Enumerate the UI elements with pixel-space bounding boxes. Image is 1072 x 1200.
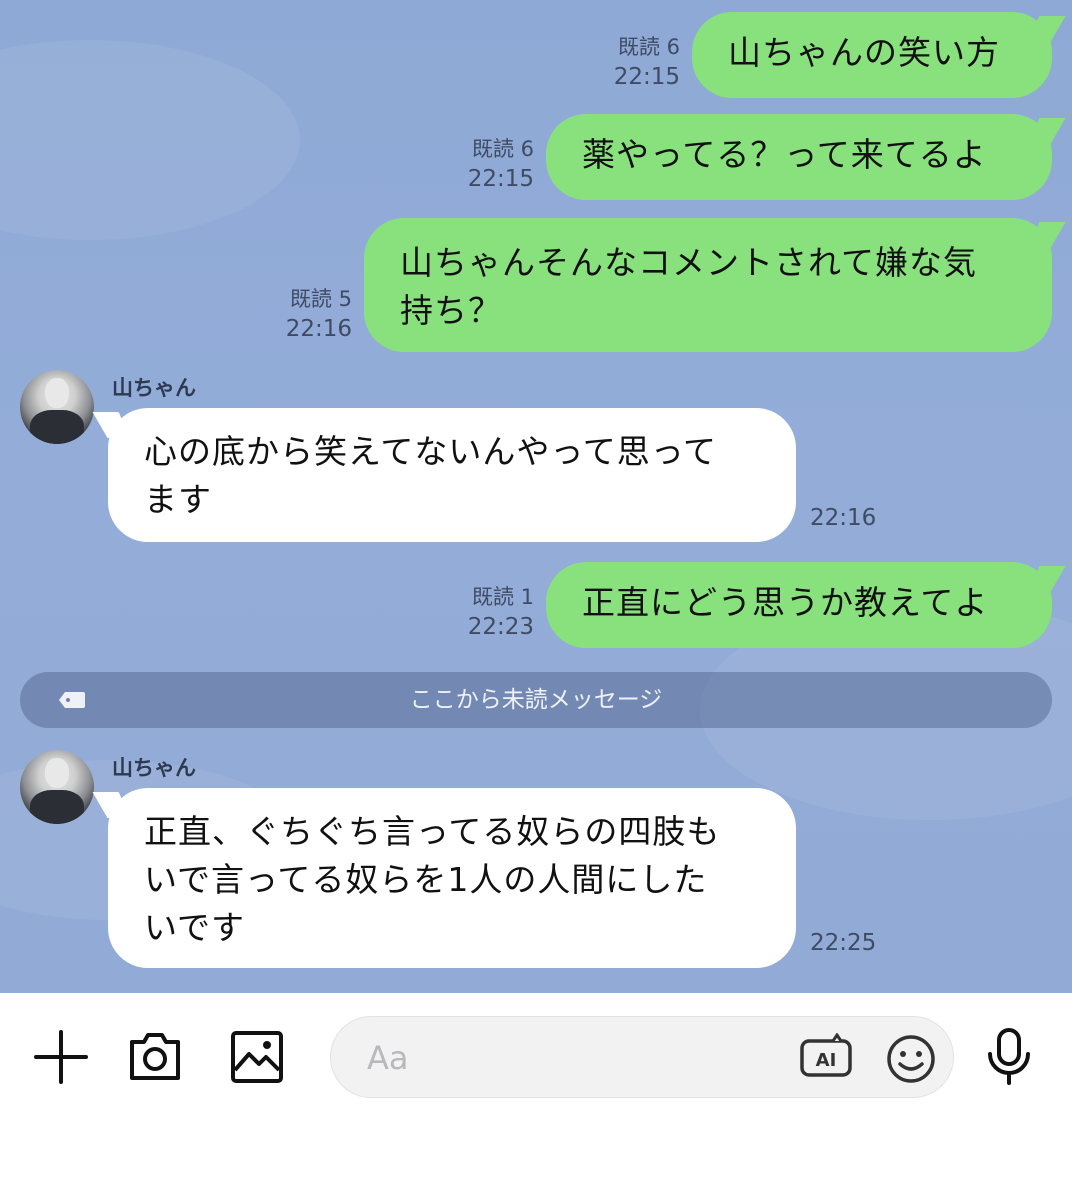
contact-avatar[interactable] <box>20 750 94 824</box>
message-line: 心の底から笑えてないんやって思って <box>144 432 718 471</box>
outgoing-message[interactable]: 山ちゃんそんなコメントされて嫌な気 持ち？ <box>364 218 1066 352</box>
message-input[interactable] <box>367 1035 787 1081</box>
message-line: 正直にどう思うか教えてよ <box>582 583 989 622</box>
sender-name: 山ちゃん <box>112 376 196 400</box>
sender-name: 山ちゃん <box>112 756 196 780</box>
message-time: 22:23 <box>467 614 534 640</box>
message-line: ます <box>144 480 212 519</box>
read-receipt: 既読 1 <box>471 585 534 609</box>
outgoing-message[interactable]: 山ちゃんの笑い方 <box>692 12 1066 98</box>
incoming-message[interactable]: 心の底から笑えてないんやって思って ます <box>92 408 796 542</box>
message-line: いです <box>144 908 246 947</box>
read-receipt: 既読 5 <box>289 287 352 311</box>
message-meta: 既読 5 22:16 <box>230 284 352 344</box>
emoji-icon[interactable] <box>885 1033 937 1085</box>
message-line: 薬やってる？って来てるよ <box>582 135 987 174</box>
message-line: 持ち？ <box>400 291 502 330</box>
message-line: 正直、ぐちぐち言ってる奴らの四肢も <box>144 812 721 851</box>
message-meta: 既読 6 22:15 <box>412 134 534 194</box>
bubble-tail <box>1024 222 1066 248</box>
avatar-suit <box>30 410 84 444</box>
chat-area[interactable]: 既読 6 22:15 山ちゃんの笑い方 既読 6 22:15 薬やってる？って来… <box>0 0 1072 993</box>
ai-icon[interactable]: AI <box>799 1033 853 1083</box>
bubble-tail <box>92 412 134 438</box>
outgoing-message[interactable]: 薬やってる？って来てるよ <box>546 114 1066 200</box>
message-time: 22:25 <box>810 930 877 956</box>
avatar-suit <box>30 790 84 824</box>
ai-label: AI <box>816 1050 837 1071</box>
message-line: 山ちゃんそんなコメントされて嫌な気 <box>400 243 978 282</box>
unread-divider[interactable]: ここから未読メッセージ <box>20 672 1052 728</box>
message-line: いで言ってる奴らを1人の人間にした <box>144 860 708 899</box>
background-cloud <box>0 40 300 240</box>
message-input-field[interactable]: AI <box>330 1016 954 1098</box>
bubble-tail <box>1024 16 1066 42</box>
incoming-message[interactable]: 正直、ぐちぐち言ってる奴らの四肢も いで言ってる奴らを1人の人間にした いです <box>92 788 796 968</box>
message-time: 22:15 <box>613 64 680 90</box>
unread-divider-label: ここから未読メッセージ <box>409 687 663 713</box>
message-time: 22:16 <box>810 505 877 531</box>
mic-icon[interactable] <box>986 1028 1032 1086</box>
image-icon[interactable] <box>230 1030 284 1084</box>
bubble-tail <box>1024 566 1066 592</box>
tag-icon <box>59 692 85 708</box>
camera-icon[interactable] <box>128 1030 182 1082</box>
message-meta: 既読 6 22:15 <box>560 32 680 92</box>
plus-icon[interactable] <box>34 1030 88 1084</box>
message-meta: 既読 1 22:23 <box>412 582 534 642</box>
message-time: 22:15 <box>467 166 534 192</box>
read-receipt: 既読 6 <box>617 35 680 59</box>
avatar-face <box>45 378 69 408</box>
bubble-tail <box>1024 118 1066 144</box>
outgoing-message[interactable]: 正直にどう思うか教えてよ <box>546 562 1066 648</box>
avatar-face <box>45 758 69 788</box>
read-receipt: 既読 6 <box>471 137 534 161</box>
message-line: 山ちゃんの笑い方 <box>728 33 1000 72</box>
message-time: 22:16 <box>285 316 352 342</box>
contact-avatar[interactable] <box>20 370 94 444</box>
